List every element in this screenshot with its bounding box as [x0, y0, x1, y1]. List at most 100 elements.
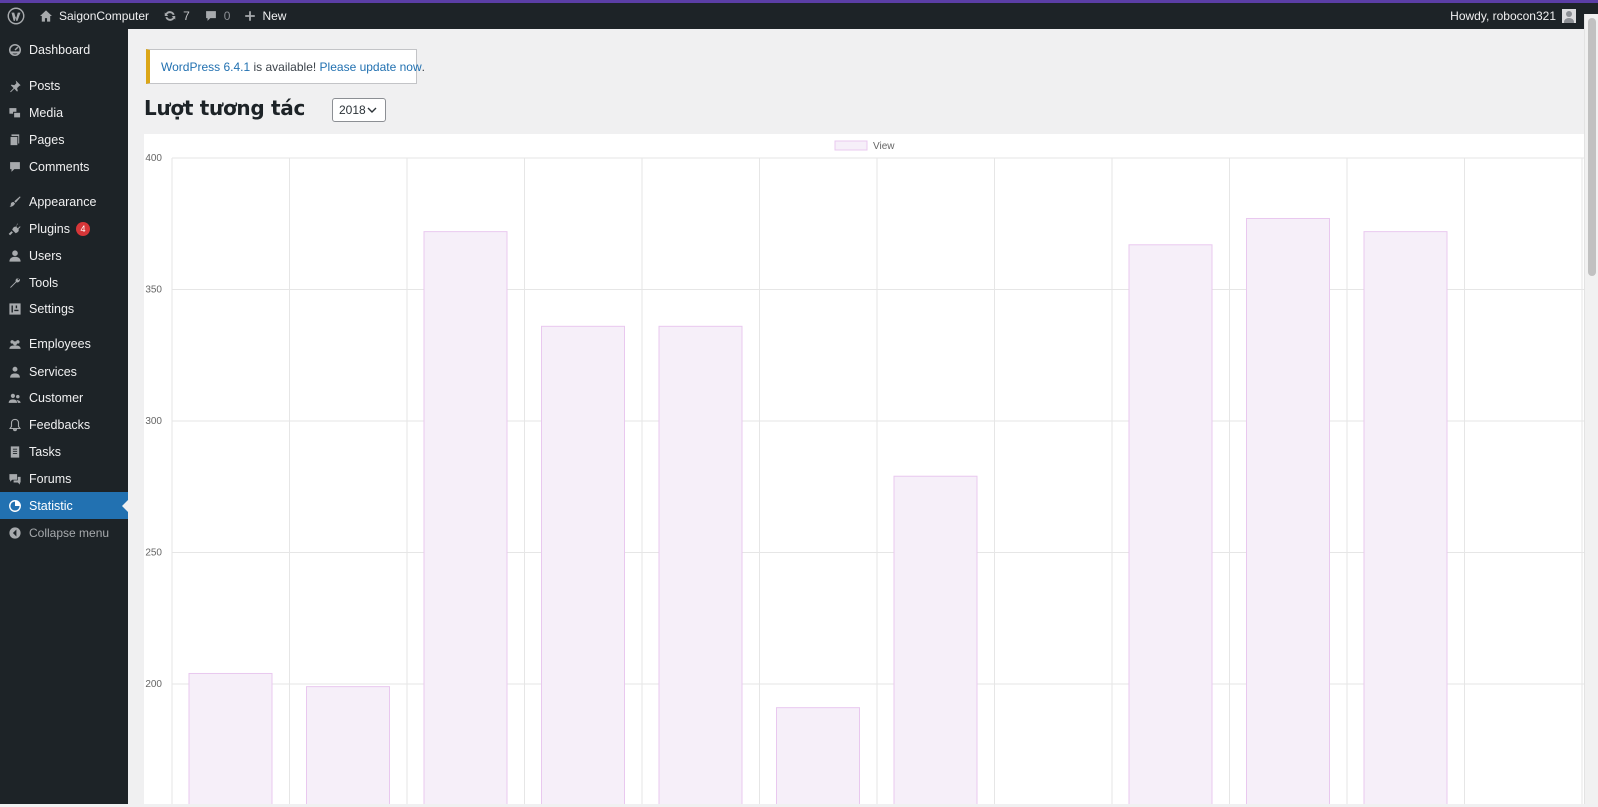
- sidebar-item-label: Services: [29, 364, 77, 379]
- brush-icon: [8, 195, 22, 209]
- notice-text: is available!: [253, 59, 317, 74]
- wordpress-version-link[interactable]: WordPress 6.4.1: [161, 60, 250, 74]
- comment-bubble-icon: [205, 11, 216, 21]
- site-name: SaigonComputer: [59, 9, 150, 23]
- year-select[interactable]: 2018: [332, 98, 386, 122]
- collapse-icon: [8, 526, 22, 540]
- admin-sidebar: Dashboard Posts Media Pages Comments Appearan…: [0, 29, 128, 804]
- scrollbar-thumb[interactable]: [1588, 18, 1596, 276]
- wrench-icon: [8, 276, 22, 290]
- sidebar-item-label: Statistic: [29, 498, 73, 513]
- page-scrollbar[interactable]: [1584, 14, 1598, 804]
- y-tick-label: 200: [145, 679, 162, 690]
- my-account[interactable]: Howdy, robocon321: [1450, 9, 1598, 23]
- sidebar-item-pages[interactable]: Pages: [0, 126, 128, 153]
- bar-view[interactable]: [423, 231, 508, 807]
- bell-icon: [8, 418, 22, 432]
- sidebar-item-settings[interactable]: Settings: [0, 295, 128, 322]
- y-tick-label: 250: [145, 548, 162, 559]
- views-bar-chart: 200 250 300 350 400 View: [145, 140, 1586, 807]
- notice-period: .: [421, 59, 425, 74]
- sidebar-item-label: Tools: [29, 275, 59, 290]
- customer-icon: [8, 391, 22, 405]
- sidebar-item-label: Appearance: [29, 194, 97, 209]
- sidebar-item-dashboard[interactable]: Dashboard: [0, 36, 128, 63]
- chevron-down-icon: [367, 107, 377, 113]
- sidebar-item-label: Pages: [29, 132, 65, 147]
- services-icon: [8, 365, 22, 379]
- comments-link[interactable]: 0: [197, 3, 238, 29]
- sidebar-item-posts[interactable]: Posts: [0, 72, 128, 99]
- bar-view[interactable]: [776, 707, 860, 807]
- bar-view[interactable]: [1363, 231, 1448, 807]
- chart-icon: [8, 499, 22, 513]
- sidebar-item-label: Feedbacks: [29, 417, 91, 432]
- legend-swatch-view[interactable]: [834, 140, 868, 151]
- sidebar-item-label: Posts: [29, 78, 61, 93]
- sidebar-item-appearance[interactable]: Appearance: [0, 188, 128, 215]
- sidebar-item-employees[interactable]: Employees: [0, 330, 128, 357]
- sidebar-item-comments[interactable]: Comments: [0, 153, 128, 180]
- updates-icon: [164, 11, 176, 21]
- sidebar-item-label: Comments: [29, 159, 90, 174]
- bar-view[interactable]: [541, 325, 625, 807]
- site-name-link[interactable]: SaigonComputer: [32, 3, 156, 29]
- comments-count: 0: [223, 9, 231, 23]
- sidebar-item-label: Tasks: [29, 444, 61, 459]
- sidebar-item-customer[interactable]: Customer: [0, 384, 128, 411]
- sidebar-item-services[interactable]: Services: [0, 358, 128, 385]
- updates-link[interactable]: 7: [156, 3, 197, 29]
- forum-icon: [8, 472, 22, 486]
- update-notice: WordPress 6.4.1 is available! Please upd…: [146, 49, 425, 84]
- comment-icon: [8, 160, 22, 174]
- sidebar-item-label: Settings: [29, 301, 75, 316]
- sidebar-item-tools[interactable]: Tools: [0, 269, 128, 296]
- wordpress-logo-icon[interactable]: [0, 3, 32, 29]
- chart-panel: 200 250 300 350 400 View: [144, 134, 1586, 807]
- home-icon: [40, 10, 52, 22]
- sidebar-item-label: Employees: [29, 336, 91, 351]
- admin-bar: SaigonComputer 7 0 New Howdy, robocon321: [0, 3, 1598, 29]
- plugins-update-badge: 4: [76, 221, 90, 236]
- sidebar-item-plugins[interactable]: Plugins 4: [0, 215, 128, 242]
- sidebar-item-feedbacks[interactable]: Feedbacks: [0, 411, 128, 438]
- user-icon: [8, 249, 22, 263]
- sidebar-item-label: Dashboard: [29, 42, 91, 57]
- page-title: Lượt tương tác: [144, 96, 306, 120]
- sidebar-item-label: Forums: [29, 471, 72, 486]
- media-icon: [8, 106, 22, 120]
- avatar: [1562, 9, 1576, 23]
- settings-icon: [8, 302, 22, 316]
- sidebar-item-label: Plugins: [29, 221, 70, 236]
- tasks-icon: [8, 445, 22, 459]
- new-label: New: [262, 9, 287, 23]
- update-now-link[interactable]: Please update now: [320, 60, 422, 74]
- new-content-link[interactable]: New: [237, 3, 293, 29]
- howdy-text: Howdy, robocon321: [1450, 9, 1556, 23]
- plugin-icon: [8, 222, 22, 236]
- sidebar-item-label: Media: [29, 105, 64, 120]
- dashboard-icon: [8, 43, 22, 57]
- bar-view[interactable]: [1246, 217, 1330, 807]
- bar-view[interactable]: [1128, 244, 1213, 807]
- sidebar-item-media[interactable]: Media: [0, 99, 128, 126]
- plus-icon: [245, 11, 256, 21]
- bar-view[interactable]: [306, 686, 390, 807]
- sidebar-item-label: Users: [29, 248, 62, 263]
- y-tick-label: 350: [145, 285, 162, 296]
- y-tick-label: 400: [145, 153, 162, 164]
- collapse-menu-label: Collapse menu: [29, 525, 110, 540]
- bar-view[interactable]: [658, 325, 743, 807]
- legend-label-view: View: [873, 141, 895, 152]
- updates-count: 7: [183, 9, 190, 23]
- y-tick-label: 300: [145, 416, 162, 427]
- collapse-menu-button[interactable]: Collapse menu: [0, 519, 128, 546]
- year-select-value: 2018: [339, 103, 366, 117]
- sidebar-item-users[interactable]: Users: [0, 242, 128, 269]
- sidebar-item-statistic[interactable]: Statistic: [0, 492, 128, 519]
- bar-view[interactable]: [188, 672, 273, 807]
- sidebar-item-forums[interactable]: Forums: [0, 465, 128, 492]
- sidebar-item-label: Customer: [29, 390, 84, 405]
- sidebar-item-tasks[interactable]: Tasks: [0, 438, 128, 465]
- bar-view[interactable]: [893, 475, 978, 807]
